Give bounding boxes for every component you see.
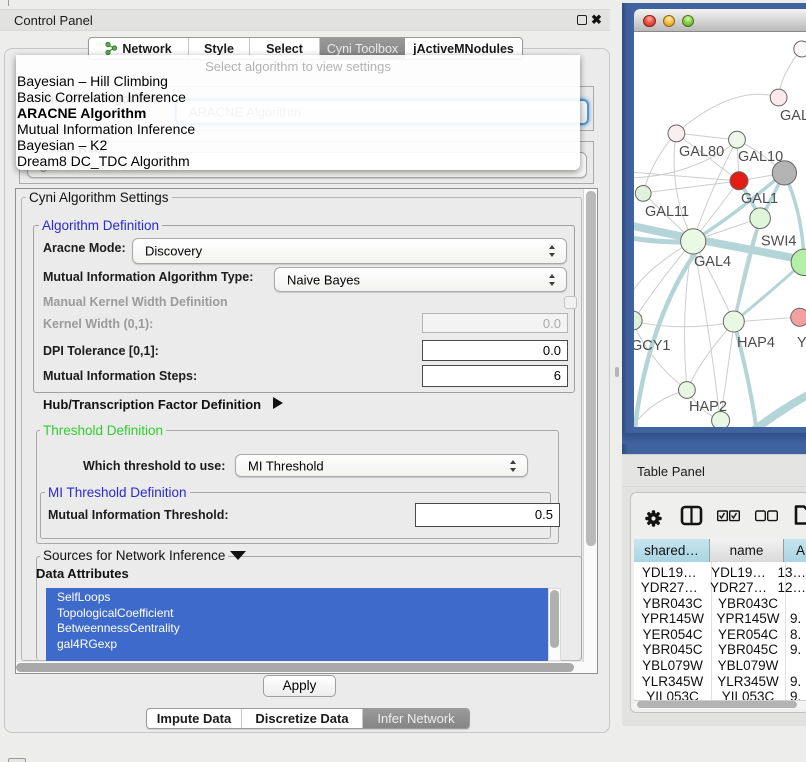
svg-text:YJ: YJ — [797, 335, 806, 351]
svg-text:SWI4: SWI4 — [761, 234, 796, 250]
svg-text:GAL4: GAL4 — [694, 254, 731, 270]
svg-text:HAP2: HAP2 — [689, 399, 727, 415]
svg-text:GAL11: GAL11 — [645, 204, 689, 220]
svg-text:HAP4: HAP4 — [737, 335, 775, 351]
svg-text:GAL80: GAL80 — [679, 144, 724, 160]
svg-text:GAL7: GAL7 — [780, 108, 806, 124]
svg-text:GCY1: GCY1 — [634, 338, 671, 354]
svg-text:GAL10: GAL10 — [738, 149, 783, 165]
svg-text:GAL1: GAL1 — [741, 191, 778, 207]
